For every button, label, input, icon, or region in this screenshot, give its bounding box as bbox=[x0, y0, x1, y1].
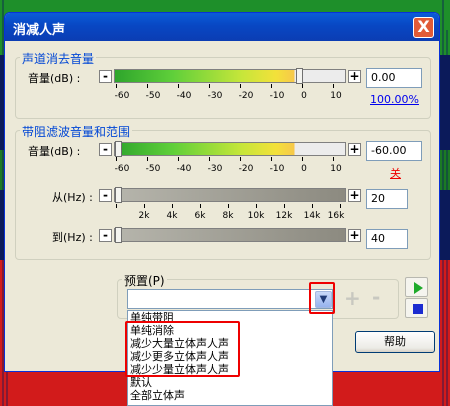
volume-tickmarks bbox=[114, 84, 346, 88]
volume-label: 音量(dB) : bbox=[28, 72, 81, 85]
preset-combobox[interactable]: ▼ bbox=[127, 289, 333, 309]
options-highlight-box bbox=[125, 321, 240, 377]
freq-tickmarks bbox=[114, 204, 346, 208]
bandstop-volume-label: 音量(dB) : bbox=[28, 145, 81, 158]
tick-label: -10 bbox=[269, 91, 285, 101]
bandstop-volume-input[interactable]: -60.00 bbox=[366, 141, 422, 161]
tick-label: 16k bbox=[327, 211, 345, 221]
percent-link[interactable]: 100.00% bbox=[370, 93, 419, 106]
tick-label: -60 bbox=[114, 164, 130, 174]
increase-button[interactable]: + bbox=[348, 70, 361, 83]
bandstop-increase-button[interactable]: + bbox=[348, 143, 361, 156]
tick-label: -20 bbox=[238, 91, 254, 101]
play-icon bbox=[414, 282, 423, 294]
to-hz-slider[interactable] bbox=[114, 227, 346, 243]
tick-label: -30 bbox=[207, 91, 223, 101]
tick-label: 12k bbox=[275, 211, 293, 221]
tick-label: 10k bbox=[247, 211, 265, 221]
to-decrease-button[interactable]: - bbox=[99, 229, 112, 242]
title-bar: 消减人声 X bbox=[5, 13, 439, 41]
to-hz-label: 到(Hz) : bbox=[52, 231, 93, 244]
tick-label: -50 bbox=[145, 91, 161, 101]
tick-label: -20 bbox=[238, 164, 254, 174]
tick-label: -50 bbox=[145, 164, 161, 174]
off-link[interactable]: 关 bbox=[390, 165, 401, 181]
bandstop-decrease-button[interactable]: - bbox=[99, 143, 112, 156]
tick-label: -60 bbox=[114, 91, 130, 101]
from-decrease-button[interactable]: - bbox=[99, 189, 112, 202]
add-preset-button[interactable]: + bbox=[344, 286, 361, 310]
channel-cancel-group: 声道消去音量 音量(dB) : - + -60 -50 -40 -30 -20 … bbox=[15, 50, 431, 119]
bandstop-volume-slider[interactable] bbox=[114, 141, 346, 157]
close-button[interactable]: X bbox=[413, 17, 434, 38]
preset-label: 预置(P) bbox=[122, 272, 167, 289]
stop-icon bbox=[413, 304, 423, 314]
tick-label: 10 bbox=[330, 164, 342, 174]
from-hz-label: 从(Hz) : bbox=[52, 191, 93, 204]
dropdown-highlight-box bbox=[309, 282, 335, 314]
remove-preset-button[interactable]: - bbox=[372, 285, 380, 309]
decrease-button[interactable]: - bbox=[99, 70, 112, 83]
play-button[interactable] bbox=[405, 277, 428, 297]
tick-label: 8k bbox=[222, 211, 234, 221]
from-hz-slider[interactable] bbox=[114, 187, 346, 203]
volume-slider[interactable] bbox=[114, 68, 346, 84]
bandstop-volume-thumb[interactable] bbox=[115, 141, 122, 157]
tick-label: 0 bbox=[301, 164, 307, 174]
tick-label: -40 bbox=[176, 164, 192, 174]
tick-label: 2k bbox=[138, 211, 150, 221]
bandstop-group-title: 带阻滤波音量和范围 bbox=[20, 123, 133, 140]
tick-label: 14k bbox=[303, 211, 321, 221]
from-hz-thumb[interactable] bbox=[115, 187, 122, 203]
preset-option[interactable]: 默认 bbox=[128, 376, 332, 389]
volume-slider-thumb[interactable] bbox=[296, 68, 303, 84]
close-icon: X bbox=[417, 17, 430, 36]
tick-label: 6k bbox=[194, 211, 206, 221]
from-increase-button[interactable]: + bbox=[348, 189, 361, 202]
help-button[interactable]: 帮助 bbox=[355, 331, 435, 353]
to-hz-input[interactable]: 40 bbox=[366, 229, 408, 249]
volume-value-input[interactable]: 0.00 bbox=[366, 68, 422, 88]
tick-label: 4k bbox=[166, 211, 178, 221]
to-increase-button[interactable]: + bbox=[348, 229, 361, 242]
channel-cancel-group-title: 声道消去音量 bbox=[20, 50, 97, 67]
tick-label: -30 bbox=[207, 164, 223, 174]
tick-label: 0 bbox=[301, 91, 307, 101]
tick-label: -40 bbox=[176, 91, 192, 101]
bandstop-group: 带阻滤波音量和范围 音量(dB) : - + -60 -50 -40 -30 -… bbox=[15, 123, 431, 260]
stop-button[interactable] bbox=[405, 298, 428, 318]
dialog-title: 消减人声 bbox=[13, 23, 66, 38]
bandstop-volume-tickmarks bbox=[114, 157, 346, 161]
to-hz-thumb[interactable] bbox=[115, 227, 122, 243]
tick-label: -10 bbox=[269, 164, 285, 174]
preset-option[interactable]: 全部立体声 bbox=[128, 389, 332, 402]
from-hz-input[interactable]: 20 bbox=[366, 189, 408, 209]
tick-label: 10 bbox=[330, 91, 342, 101]
